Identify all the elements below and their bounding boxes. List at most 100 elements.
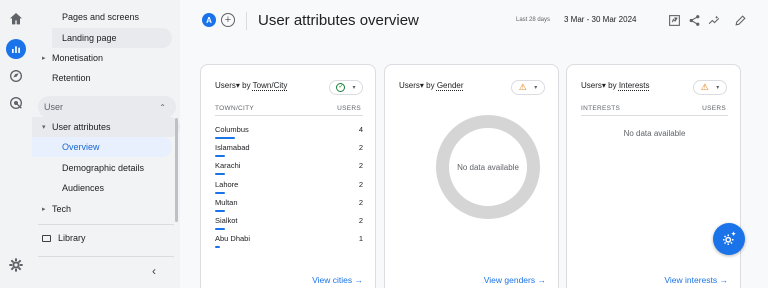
card-title: Users▾ by Interests [581,81,650,90]
dimension-selector[interactable]: Gender [437,81,464,90]
view-interests-link[interactable]: View interests → [664,275,728,285]
sidebar-item-tech[interactable]: ▸ Tech [42,200,71,218]
status-button[interactable]: ✓ ▾ [329,80,363,95]
user-count: 2 [358,216,363,225]
dimension-selector[interactable]: Town/City [253,81,288,90]
chevron-down-icon: ▾ [716,85,720,91]
table-row[interactable]: Multan 2 [215,198,363,216]
table-row[interactable]: Sialkot 2 [215,216,363,234]
share-icon[interactable] [687,13,701,27]
column-header-users[interactable]: USERS [702,105,726,112]
insights-fab-button[interactable] [713,223,745,255]
city-name: Sialkot [215,216,238,225]
user-share-bar [215,228,225,230]
user-share-bar [215,209,225,212]
user-share-bar [215,246,220,249]
section-label: User [44,102,64,112]
home-icon[interactable] [7,10,25,28]
table-row[interactable]: Columbus 4 [215,125,363,143]
user-count: 2 [358,179,363,189]
dimension-selector[interactable]: Interests [619,81,650,90]
sidebar-item-label: Monetisation [52,53,104,63]
city-name: Lahore [215,179,239,189]
chevron-down-icon: ▾ [534,85,538,91]
user-count: 2 [358,161,363,171]
sidebar-item-label: Tech [52,204,72,214]
divider [38,256,174,257]
sidebar-item-audiences[interactable]: Audiences [62,179,104,197]
status-button[interactable]: ⚠ ▾ [693,80,727,95]
sidebar: Pages and screens Landing page ▸ Monetis… [32,0,180,288]
edit-pencil-icon[interactable] [733,13,747,27]
admin-gear-icon[interactable] [7,256,25,274]
divider [581,115,728,116]
user-count: 2 [358,143,363,153]
sidebar-item-demographic-details[interactable]: Demographic details [62,159,144,177]
user-share-bar [215,173,225,176]
dropdown-arrow-icon[interactable]: ▾ [420,81,424,90]
warning-icon: ⚠ [518,82,527,92]
no-data-message: No data available [623,129,686,138]
sidebar-item-retention[interactable]: Retention [52,69,91,87]
table-row[interactable]: Lahore 2 [215,180,363,198]
user-count: 1 [358,234,363,244]
table-row[interactable]: Islamabad 2 [215,143,363,161]
card-town-city: Users▾ by Town/City ✓ ▾ TOWN/CITY USERS … [200,64,376,288]
view-genders-link[interactable]: View genders → [484,275,546,285]
page-header: A + User attributes overview Last 28 day… [180,0,768,44]
view-cities-link[interactable]: View cities → [312,275,363,285]
city-name: Multan [215,197,238,207]
sidebar-selected-bg [32,137,172,157]
arrow-right-icon: → [537,275,547,285]
table-row[interactable]: Karachi 2 [215,161,363,179]
table-row[interactable]: Abu Dhabi 1 [215,234,363,252]
status-button[interactable]: ⚠ ▾ [511,80,545,95]
no-data-message: No data available [457,163,519,172]
customize-report-icon[interactable] [667,13,681,27]
folder-icon [42,234,51,242]
divider [38,224,174,225]
sidebar-item-library[interactable]: Library [42,229,86,247]
city-name: Karachi [215,161,241,171]
insights-icon[interactable] [707,13,721,27]
user-share-bar [215,137,235,139]
card-title: Users▾ by Gender [399,81,464,90]
city-name: Islamabad [215,143,250,153]
page-title: User attributes overview [258,12,419,29]
chevron-right-icon: ▸ [42,206,46,213]
dropdown-arrow-icon[interactable]: ▾ [602,81,606,90]
sidebar-item-user-attributes[interactable]: ▾ User attributes [42,118,111,136]
sidebar-scrollbar[interactable] [175,118,178,222]
sidebar-item-label: User attributes [52,122,111,132]
date-range-picker[interactable]: 3 Mar - 30 Mar 2024 [564,15,636,24]
sidebar-item-pages-and-screens[interactable]: Pages and screens [62,8,139,26]
card-gender: Users▾ by Gender ⚠ ▾ No data available V… [384,64,559,288]
collapse-sidebar-chevron-icon[interactable]: ‹ [152,264,156,278]
city-name: Abu Dhabi [215,234,251,244]
column-header-town-city[interactable]: TOWN/CITY [215,105,254,112]
column-header-interests[interactable]: INTERESTS [581,105,620,112]
arrow-right-icon: → [719,275,729,285]
chevron-right-icon: ▸ [42,55,46,62]
column-header-users[interactable]: USERS [337,105,361,112]
explore-icon[interactable] [7,67,25,85]
sidebar-item-monetisation[interactable]: ▸ Monetisation [42,49,103,67]
user-share-bar [215,191,225,194]
user-count: 4 [358,125,363,134]
sidebar-item-overview[interactable]: Overview [62,138,100,156]
add-comparison-button[interactable]: + [221,13,235,27]
sparkle-gear-icon [723,231,736,245]
sidebar-item-landing-page[interactable]: Landing page [62,29,117,47]
property-avatar[interactable]: A [202,13,216,27]
city-name: Columbus [215,125,249,134]
dropdown-arrow-icon[interactable]: ▾ [236,81,240,90]
check-circle-icon: ✓ [336,83,346,92]
card-interests: Users▾ by Interests ⚠ ▾ INTERESTS USERS … [566,64,741,288]
advertising-icon[interactable] [7,94,25,112]
reports-icon[interactable] [6,39,26,59]
sidebar-section-user[interactable]: User ⌃ [38,96,176,118]
chevron-down-icon: ▾ [42,124,46,131]
card-title: Users▾ by Town/City [215,81,288,90]
chevron-down-icon: ▾ [352,85,356,91]
warning-icon: ⚠ [700,82,709,92]
